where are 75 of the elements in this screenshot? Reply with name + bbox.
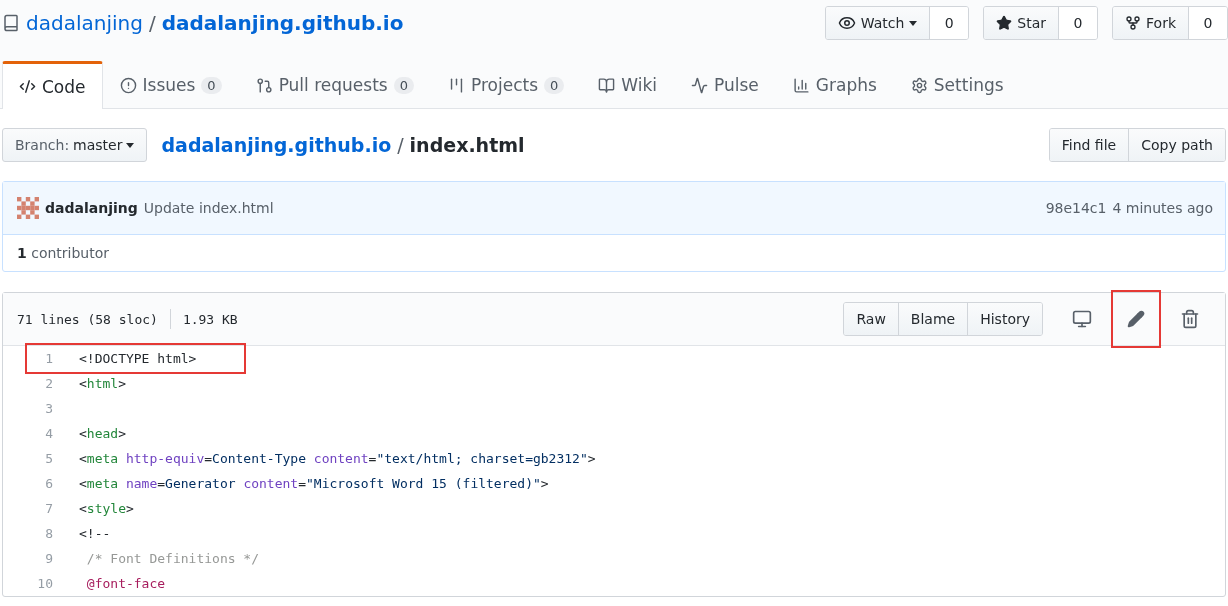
count-badge: 0 [544,76,565,94]
nav-tab[interactable]: Issues 0 [102,62,239,108]
social-count[interactable]: 0 [1189,7,1227,39]
commit-author[interactable]: dadalanjing [45,200,138,216]
repo-icon [2,14,20,32]
fork-icon [1125,15,1141,31]
file-name: index.html [409,134,525,156]
code-line: <head> [79,426,126,441]
line-count: 71 lines (58 sloc) [17,311,158,327]
file-view-button[interactable]: Blame [897,303,968,335]
code-line: <style> [79,501,134,516]
code-icon [19,78,36,95]
star-button[interactable]: Star [984,7,1059,39]
book-icon [598,76,616,94]
code-line: <meta name=Generator content="Microsoft Word 15 (filtered)"> [79,476,549,491]
path-separator: / [397,134,404,156]
watch-button[interactable]: Watch [825,7,931,39]
eye-icon [837,14,856,32]
contributor-label: contributor [31,245,110,261]
file-action-button[interactable]: Copy path [1128,129,1225,161]
caret-icon [909,20,918,26]
contributor-count: 1 [17,245,27,261]
caret-icon [126,142,135,148]
star-icon [996,15,1013,31]
line-number: 1 [44,351,54,366]
nav-tab[interactable]: Graphs [775,62,894,108]
owner-link[interactable]: dadalanjing [26,11,143,35]
fork-button[interactable]: Fork [1113,7,1189,39]
nav-tab[interactable]: Projects 0 [431,62,582,108]
nav-tab[interactable]: Pulse [674,62,776,108]
board-icon [448,76,465,94]
code-line: <!-- [79,526,111,541]
trash-icon [1180,309,1200,329]
count-badge: 0 [393,76,414,94]
nav-tab[interactable]: Pull requests 0 [238,62,431,108]
social-count[interactable]: 0 [1059,7,1097,39]
nav-tab[interactable]: Wiki [581,62,675,108]
edit-button[interactable] [1111,290,1161,348]
code-line: /* Font Definitions */ [85,551,259,566]
settings-icon [910,76,928,94]
repo-link[interactable]: dadalanjing.github.io [161,134,392,156]
social-count[interactable]: 0 [930,7,969,39]
code-line: <meta http-equiv=Content-Type content="text/html; charset=gb2312"> [79,451,596,466]
repo-link[interactable]: dadalanjing.github.io [161,11,404,35]
file-action-button[interactable]: Find file [1049,129,1129,161]
file-view-button[interactable]: Raw [844,303,898,335]
pencil-icon [1127,310,1145,328]
commit-message[interactable]: Update index.html [143,200,274,216]
line-number: 5 [44,451,54,466]
line-number: 4 [44,426,54,441]
pull-request-icon [255,76,273,94]
commit-sha[interactable]: 98e14c1 [1045,200,1107,216]
nav-tab[interactable]: Settings [893,62,1021,108]
bar-chart-icon [792,76,810,94]
line-number: 8 [44,526,54,541]
line-number: 7 [44,501,54,516]
code-line: <html> [79,376,126,391]
line-number: 10 [36,576,54,591]
line-number: 9 [44,551,54,566]
issue-icon [119,76,137,94]
nav-tab[interactable]: Code [2,61,103,109]
commit-time: 4 minutes ago [1112,200,1213,216]
monitor-icon [1072,309,1092,329]
branch-button[interactable]: Branch: master [2,128,148,162]
line-number: 2 [44,376,54,391]
pulse-icon [691,76,709,94]
code-line: @font-face [85,576,166,591]
avatar-icon [17,197,39,219]
path-separator: / [148,11,156,35]
line-number: 3 [44,401,54,416]
code-line: <!DOCTYPE html> [79,351,197,366]
file-size: 1.93 KB [182,311,238,327]
count-badge: 0 [201,76,222,94]
line-number: 6 [44,476,54,491]
file-view-button[interactable]: History [967,303,1042,335]
